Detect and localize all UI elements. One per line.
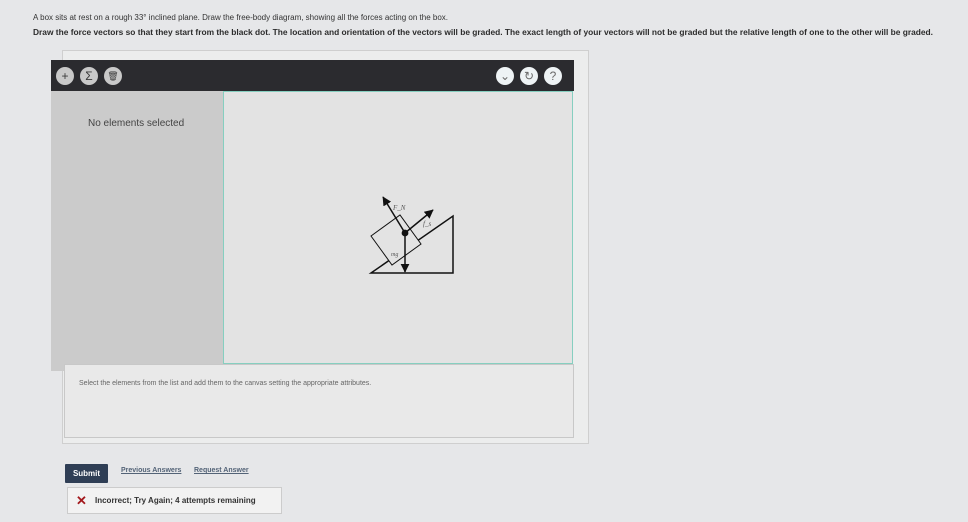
sigma-icon[interactable]: Σ: [80, 67, 98, 85]
description-panel: [64, 364, 574, 438]
feedback-text: Incorrect; Try Again; 4 attempts remaini…: [95, 496, 256, 505]
trash-icon[interactable]: 🗑: [104, 67, 122, 85]
chevron-down-icon[interactable]: ⌄: [496, 67, 514, 85]
free-body-diagram: F_N f_s mg: [368, 196, 454, 274]
feedback-box: ✕ Incorrect; Try Again; 4 attempts remai…: [67, 487, 282, 514]
submit-button[interactable]: Submit: [65, 464, 108, 483]
plus-icon[interactable]: +: [56, 67, 74, 85]
drawing-canvas[interactable]: F_N f_s mg: [223, 91, 573, 364]
weight-label: mg: [391, 252, 398, 258]
x-mark-icon: ✕: [76, 493, 87, 508]
previous-answers-link[interactable]: Previous Answers: [121, 467, 181, 474]
help-icon[interactable]: ?: [544, 67, 562, 85]
request-answer-link[interactable]: Request Answer: [194, 467, 249, 474]
friction-force-label: f_s: [423, 220, 431, 228]
selection-status: No elements selected: [88, 118, 185, 129]
tool-toolbar: + Σ 🗑 ⌄ ↻ ?: [51, 60, 574, 91]
origin-dot: [401, 229, 409, 237]
instructions-text: Select the elements from the list and ad…: [79, 380, 372, 387]
question-line-2: Draw the force vectors so that they star…: [33, 27, 933, 37]
element-list-sidebar: [51, 91, 223, 371]
reset-icon[interactable]: ↻: [520, 67, 538, 85]
normal-force-label: F_N: [392, 204, 406, 212]
question-line-1: A box sits at rest on a rough 33° inclin…: [33, 13, 448, 22]
